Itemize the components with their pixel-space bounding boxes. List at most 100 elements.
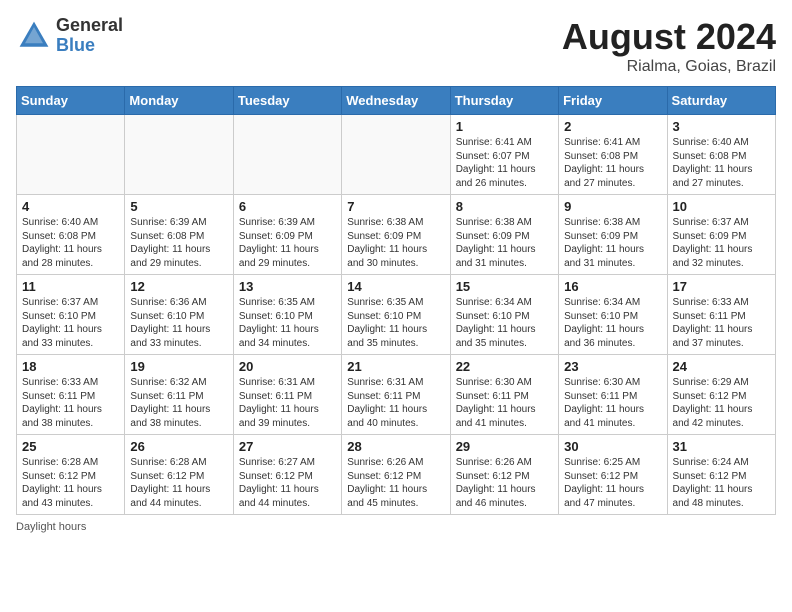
calendar-cell: 25 Sunrise: 6:28 AM Sunset: 6:12 PM Dayli… [17, 435, 125, 515]
day-number: 19 [130, 359, 227, 374]
calendar-cell: 5 Sunrise: 6:39 AM Sunset: 6:08 PM Daylig… [125, 195, 233, 275]
day-number: 31 [673, 439, 770, 454]
calendar-week-row: 1Sunrise: 6:41 AM Sunset: 6:07 PM Daylig… [17, 115, 776, 195]
day-info: Sunrise: 6:25 AM Sunset: 6:12 PM Dayligh… [564, 456, 661, 510]
calendar-cell: 23 Sunrise: 6:30 AM Sunset: 6:11 PM Dayli… [559, 355, 667, 435]
day-info: Sunrise: 6:41 AM Sunset: 6:08 PM Dayligh… [564, 136, 661, 190]
day-number: 14 [347, 279, 444, 294]
calendar-title: August 2024 [562, 16, 776, 58]
day-info: Sunrise: 6:34 AM Sunset: 6:10 PM Dayligh… [456, 296, 553, 350]
day-number: 16 [564, 279, 661, 294]
calendar-cell [233, 115, 341, 195]
day-info: Sunrise: 6:28 AM Sunset: 6:12 PM Dayligh… [22, 456, 119, 510]
day-info: Sunrise: 6:24 AM Sunset: 6:12 PM Dayligh… [673, 456, 770, 510]
day-info: Sunrise: 6:39 AM Sunset: 6:09 PM Dayligh… [239, 216, 336, 270]
day-number: 7 [347, 199, 444, 214]
day-info: Sunrise: 6:26 AM Sunset: 6:12 PM Dayligh… [347, 456, 444, 510]
weekday-header-row: SundayMondayTuesdayWednesdayThursdayFrid… [17, 87, 776, 115]
day-number: 10 [673, 199, 770, 214]
day-number: 9 [564, 199, 661, 214]
calendar-cell: 12 Sunrise: 6:36 AM Sunset: 6:10 PM Dayli… [125, 275, 233, 355]
day-number: 26 [130, 439, 227, 454]
weekday-header: Friday [559, 87, 667, 115]
day-info: Sunrise: 6:28 AM Sunset: 6:12 PM Dayligh… [130, 456, 227, 510]
day-number: 15 [456, 279, 553, 294]
day-number: 8 [456, 199, 553, 214]
day-number: 3 [673, 119, 770, 134]
calendar-cell [17, 115, 125, 195]
calendar-cell: 1Sunrise: 6:41 AM Sunset: 6:07 PM Daylig… [450, 115, 558, 195]
weekday-header: Tuesday [233, 87, 341, 115]
day-number: 25 [22, 439, 119, 454]
day-info: Sunrise: 6:30 AM Sunset: 6:11 PM Dayligh… [564, 376, 661, 430]
day-number: 29 [456, 439, 553, 454]
calendar-cell: 17Sunrise: 6:33 AM Sunset: 6:11 PM Dayli… [667, 275, 775, 355]
day-number: 21 [347, 359, 444, 374]
day-info: Sunrise: 6:38 AM Sunset: 6:09 PM Dayligh… [564, 216, 661, 270]
day-info: Sunrise: 6:35 AM Sunset: 6:10 PM Dayligh… [239, 296, 336, 350]
calendar-location: Rialma, Goias, Brazil [562, 58, 776, 76]
day-info: Sunrise: 6:33 AM Sunset: 6:11 PM Dayligh… [22, 376, 119, 430]
calendar-cell: 3 Sunrise: 6:40 AM Sunset: 6:08 PM Daylig… [667, 115, 775, 195]
day-info: Sunrise: 6:37 AM Sunset: 6:09 PM Dayligh… [673, 216, 770, 270]
calendar-cell: 15 Sunrise: 6:34 AM Sunset: 6:10 PM Dayli… [450, 275, 558, 355]
weekday-header: Thursday [450, 87, 558, 115]
calendar-cell: 31 Sunrise: 6:24 AM Sunset: 6:12 PM Dayli… [667, 435, 775, 515]
calendar-week-row: 4Sunrise: 6:40 AM Sunset: 6:08 PM Daylig… [17, 195, 776, 275]
calendar-cell: 13 Sunrise: 6:35 AM Sunset: 6:10 PM Dayli… [233, 275, 341, 355]
weekday-header: Wednesday [342, 87, 450, 115]
calendar-week-row: 25 Sunrise: 6:28 AM Sunset: 6:12 PM Dayli… [17, 435, 776, 515]
weekday-header: Saturday [667, 87, 775, 115]
calendar-cell: 22 Sunrise: 6:30 AM Sunset: 6:11 PM Dayli… [450, 355, 558, 435]
day-number: 12 [130, 279, 227, 294]
calendar-cell: 2 Sunrise: 6:41 AM Sunset: 6:08 PM Daylig… [559, 115, 667, 195]
calendar-cell: 7 Sunrise: 6:38 AM Sunset: 6:09 PM Daylig… [342, 195, 450, 275]
day-number: 5 [130, 199, 227, 214]
calendar-cell: 20Sunrise: 6:31 AM Sunset: 6:11 PM Dayli… [233, 355, 341, 435]
day-info: Sunrise: 6:31 AM Sunset: 6:11 PM Dayligh… [347, 376, 444, 430]
day-info: Sunrise: 6:29 AM Sunset: 6:12 PM Dayligh… [673, 376, 770, 430]
day-number: 22 [456, 359, 553, 374]
day-info: Sunrise: 6:36 AM Sunset: 6:10 PM Dayligh… [130, 296, 227, 350]
calendar-table: SundayMondayTuesdayWednesdayThursdayFrid… [16, 86, 776, 515]
weekday-header: Monday [125, 87, 233, 115]
day-info: Sunrise: 6:40 AM Sunset: 6:08 PM Dayligh… [673, 136, 770, 190]
day-number: 23 [564, 359, 661, 374]
logo-icon [16, 18, 52, 54]
calendar-cell: 24Sunrise: 6:29 AM Sunset: 6:12 PM Dayli… [667, 355, 775, 435]
calendar-cell: 16 Sunrise: 6:34 AM Sunset: 6:10 PM Dayli… [559, 275, 667, 355]
day-number: 13 [239, 279, 336, 294]
day-number: 27 [239, 439, 336, 454]
calendar-cell: 4Sunrise: 6:40 AM Sunset: 6:08 PM Daylig… [17, 195, 125, 275]
day-number: 20 [239, 359, 336, 374]
day-number: 6 [239, 199, 336, 214]
calendar-cell [342, 115, 450, 195]
day-info: Sunrise: 6:34 AM Sunset: 6:10 PM Dayligh… [564, 296, 661, 350]
calendar-cell: 9 Sunrise: 6:38 AM Sunset: 6:09 PM Daylig… [559, 195, 667, 275]
day-info: Sunrise: 6:26 AM Sunset: 6:12 PM Dayligh… [456, 456, 553, 510]
day-info: Sunrise: 6:40 AM Sunset: 6:08 PM Dayligh… [22, 216, 119, 270]
logo-text: General Blue [56, 16, 123, 56]
day-number: 17 [673, 279, 770, 294]
day-number: 11 [22, 279, 119, 294]
calendar-cell: 18Sunrise: 6:33 AM Sunset: 6:11 PM Dayli… [17, 355, 125, 435]
calendar-cell: 21 Sunrise: 6:31 AM Sunset: 6:11 PM Dayli… [342, 355, 450, 435]
calendar-week-row: 18Sunrise: 6:33 AM Sunset: 6:11 PM Dayli… [17, 355, 776, 435]
calendar-cell: 19Sunrise: 6:32 AM Sunset: 6:11 PM Dayli… [125, 355, 233, 435]
day-info: Sunrise: 6:30 AM Sunset: 6:11 PM Dayligh… [456, 376, 553, 430]
day-info: Sunrise: 6:38 AM Sunset: 6:09 PM Dayligh… [347, 216, 444, 270]
day-info: Sunrise: 6:27 AM Sunset: 6:12 PM Dayligh… [239, 456, 336, 510]
calendar-cell: 27 Sunrise: 6:27 AM Sunset: 6:12 PM Dayli… [233, 435, 341, 515]
day-info: Sunrise: 6:35 AM Sunset: 6:10 PM Dayligh… [347, 296, 444, 350]
calendar-week-row: 11Sunrise: 6:37 AM Sunset: 6:10 PM Dayli… [17, 275, 776, 355]
day-number: 1 [456, 119, 553, 134]
calendar-cell: 10 Sunrise: 6:37 AM Sunset: 6:09 PM Dayli… [667, 195, 775, 275]
title-block: August 2024 Rialma, Goias, Brazil [562, 16, 776, 76]
weekday-header: Sunday [17, 87, 125, 115]
day-number: 2 [564, 119, 661, 134]
calendar-cell [125, 115, 233, 195]
logo-blue: Blue [56, 36, 123, 56]
calendar-cell: 8Sunrise: 6:38 AM Sunset: 6:09 PM Daylig… [450, 195, 558, 275]
day-number: 30 [564, 439, 661, 454]
day-info: Sunrise: 6:39 AM Sunset: 6:08 PM Dayligh… [130, 216, 227, 270]
